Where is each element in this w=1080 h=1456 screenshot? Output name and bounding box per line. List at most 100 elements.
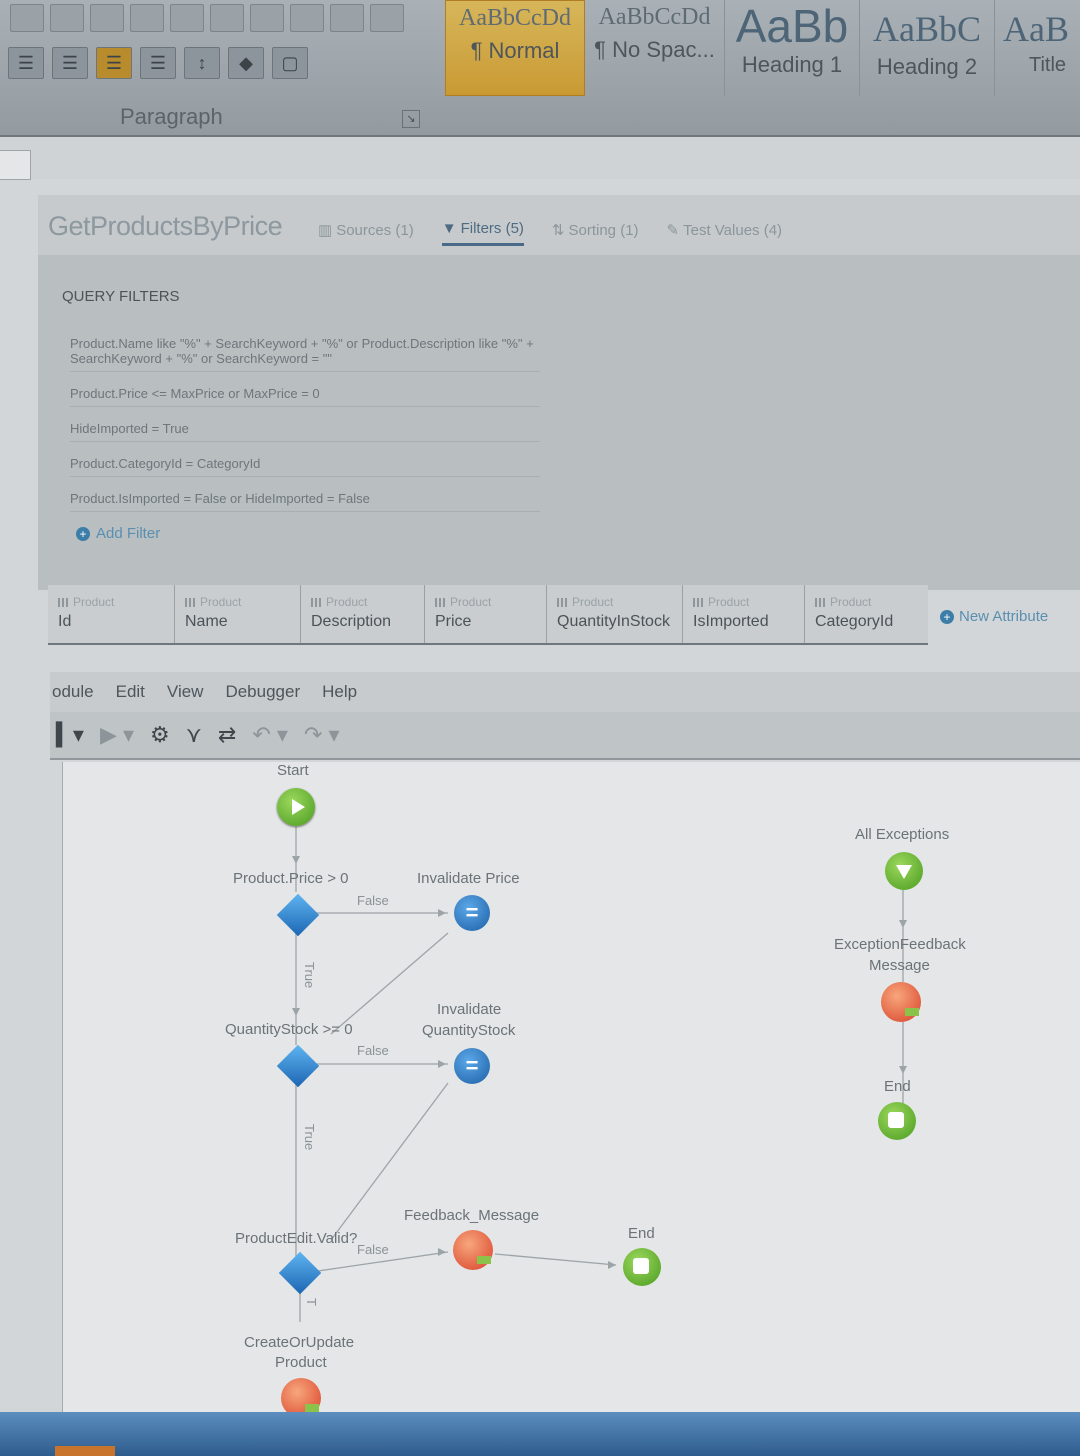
style-heading-2[interactable]: AaBbC Heading 2 [860, 0, 995, 96]
attribute-name: IsImported [693, 613, 769, 630]
exception-handler-node[interactable] [885, 852, 923, 890]
menu-view[interactable]: View [167, 682, 204, 702]
attribute-column[interactable]: Product Id [48, 585, 175, 643]
entity-name: Product [73, 595, 115, 609]
filter-row[interactable]: Product.Price <= MaxPrice or MaxPrice = … [70, 386, 540, 407]
new-attribute-link[interactable]: + New Attribute [940, 608, 1048, 625]
start-label: Start [277, 762, 309, 779]
cursor-icon[interactable]: ▍▾ [56, 722, 84, 748]
tab-sorting[interactable]: ⇅ Sorting (1) [552, 220, 639, 246]
compare-icon[interactable]: ⇄ [218, 722, 236, 748]
redo-icon[interactable]: ↷ ▾ [304, 722, 340, 748]
style-normal[interactable]: AaBbCcDd ¶ Normal [445, 0, 585, 96]
exception-message-label-2: Message [869, 957, 930, 974]
ribbon-button[interactable] [370, 4, 404, 32]
attribute-column[interactable]: Product Name [175, 585, 301, 643]
tab-filters[interactable]: ▼ Filters (5) [441, 220, 524, 246]
align-center-icon[interactable]: ☰ [52, 47, 88, 79]
entity-name: Product [708, 595, 750, 609]
taskbar [0, 1412, 1080, 1456]
ribbon-button[interactable] [250, 4, 284, 32]
borders-icon[interactable]: ▢ [272, 47, 308, 79]
attribute-column[interactable]: Product CategoryId [805, 585, 928, 643]
ribbon-button[interactable] [210, 4, 244, 32]
filter-row[interactable]: Product.IsImported = False or HideImport… [70, 491, 540, 512]
taskbar-item[interactable] [55, 1446, 115, 1456]
flow-connectors [292, 826, 907, 1322]
filter-row[interactable]: HideImported = True [70, 421, 540, 442]
document-area [0, 137, 1080, 179]
ribbon-button[interactable] [330, 4, 364, 32]
invalidate-quantity-node[interactable] [454, 1048, 490, 1084]
start-node[interactable] [277, 788, 315, 826]
ribbon-button[interactable] [90, 4, 124, 32]
t-label: T [304, 1298, 319, 1306]
style-heading-1[interactable]: AaBb Heading 1 [725, 0, 860, 96]
arrow [292, 856, 300, 864]
attribute-column[interactable]: Product Description [301, 585, 425, 643]
entity-icon [557, 597, 569, 607]
ribbon-button[interactable] [10, 4, 44, 32]
entity-icon [693, 597, 705, 607]
dialog-launcher-icon[interactable]: ↘ [402, 110, 420, 128]
end-node[interactable] [878, 1102, 916, 1140]
exception-message-node[interactable] [881, 982, 921, 1022]
style-title[interactable]: AaB Title [995, 0, 1080, 96]
line-spacing-icon[interactable]: ↕ [184, 47, 220, 79]
flow-icon[interactable]: ⋎ [186, 722, 202, 748]
ribbon-button[interactable] [290, 4, 324, 32]
attribute-columns: Product Id Product Name Product Descript… [48, 585, 928, 645]
run-icon[interactable]: ▶ ▾ [100, 722, 134, 748]
entity-name: Product [200, 595, 242, 609]
entity-name: Product [326, 595, 368, 609]
feedback-message-node[interactable] [453, 1230, 493, 1270]
shading-icon[interactable]: ◆ [228, 47, 264, 79]
font-toolbar-row [0, 0, 440, 36]
menu-help[interactable]: Help [322, 682, 357, 702]
edit-icon: ✎ [666, 222, 680, 239]
tab-label: Sorting (1) [568, 221, 639, 239]
menu-debugger[interactable]: Debugger [225, 682, 300, 702]
entity-label: Product [185, 595, 292, 609]
attribute-name: Price [435, 613, 472, 630]
attribute-column[interactable]: Product QuantityInStock [547, 585, 683, 643]
style-no-spacing[interactable]: AaBbCcDd ¶ No Spac... [585, 0, 725, 96]
feedback-message-label: Feedback_Message [404, 1207, 540, 1224]
gear-icon[interactable]: ⚙ [150, 722, 170, 748]
filter-icon: ▼ [441, 220, 457, 237]
aggregate-editor: GetProductsByPrice ▥ Sources (1) ▼ Filters… [38, 195, 1080, 590]
end-node[interactable] [623, 1248, 661, 1286]
filter-row[interactable]: Product.Name like "%" + SearchKeyword + … [70, 336, 540, 372]
true-label: True [302, 1124, 317, 1151]
align-right-icon[interactable]: ☰ [96, 47, 132, 79]
entity-name: Product [450, 595, 492, 609]
if-quantity-label: QuantityStock >= 0 [225, 1021, 353, 1038]
align-left-icon[interactable]: ☰ [8, 47, 44, 79]
tab-test-values[interactable]: ✎ Test Values (4) [667, 220, 783, 246]
ribbon-button[interactable] [50, 4, 84, 32]
sort-icon: ⇅ [551, 222, 565, 239]
attribute-column[interactable]: Product Price [425, 585, 547, 643]
ribbon-button[interactable] [130, 4, 164, 32]
ribbon-button[interactable] [170, 4, 204, 32]
invalidate-price-node[interactable] [454, 895, 490, 931]
add-filter-link[interactable]: + Add Filter [76, 525, 160, 542]
tab-sources[interactable]: ▥ Sources (1) [318, 220, 414, 246]
false-label: False [357, 893, 389, 908]
if-price-label: Product.Price > 0 [233, 870, 349, 887]
arrow [438, 1248, 446, 1256]
menu-edit[interactable]: Edit [116, 682, 145, 702]
arrow [899, 1066, 907, 1074]
undo-icon[interactable]: ↶ ▾ [252, 722, 288, 748]
justify-icon[interactable]: ☰ [140, 47, 176, 79]
menu-module[interactable]: odule [52, 682, 94, 702]
word-ribbon: ☰ ☰ ☰ ☰ ↕ ◆ ▢ Paragraph ↘ AaBbCcDd ¶ Nor… [0, 0, 1080, 137]
style-sample: AaBb [735, 0, 849, 52]
arrow [438, 909, 446, 917]
create-update-label-1: CreateOrUpdate [244, 1334, 355, 1351]
attribute-column[interactable]: Product IsImported [683, 585, 805, 643]
true-label: True [302, 962, 317, 989]
filter-row[interactable]: Product.CategoryId = CategoryId [70, 456, 540, 477]
false-label: False [357, 1043, 389, 1058]
flow-canvas[interactable]: Start Product.Price > 0 False True Inval… [62, 762, 1080, 1418]
